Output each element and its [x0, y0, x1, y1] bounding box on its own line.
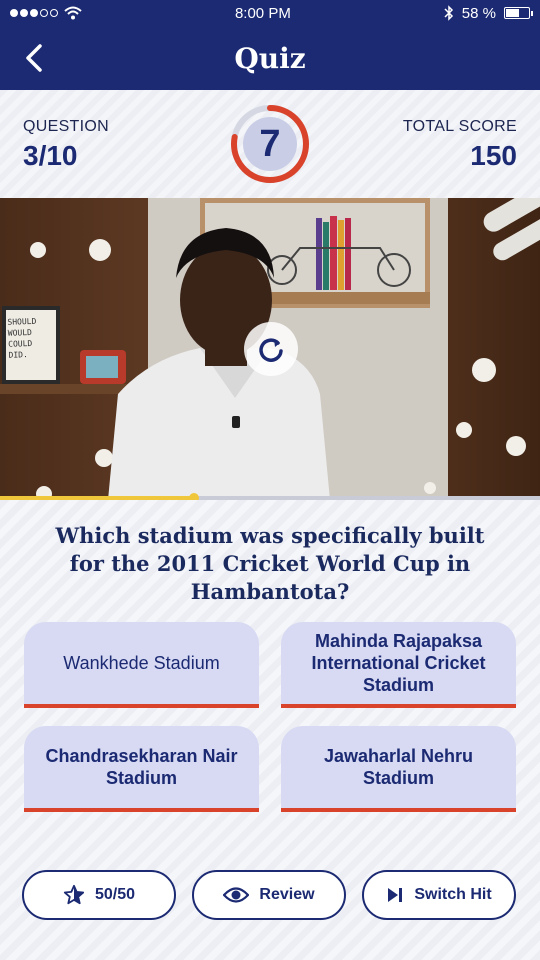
replay-button[interactable] [244, 322, 298, 376]
answer-option-1[interactable]: Wankhede Stadium [24, 622, 259, 708]
answer-option-4[interactable]: Jawaharlal Nehru Stadium [281, 726, 516, 812]
switch-hit-label: Switch Hit [414, 886, 492, 903]
question-counter: 3/10 [23, 140, 78, 171]
signal-dot [10, 9, 18, 17]
question-text: Which stadium was specifically built for… [55, 523, 485, 604]
answer-option-2[interactable]: Mahinda Rajapaksa International Cricket … [281, 622, 516, 708]
back-button[interactable] [16, 40, 52, 76]
skip-forward-icon [386, 887, 404, 903]
quiz-content: Which stadium was specifically built for… [0, 500, 540, 960]
question-label: QUESTION [23, 118, 109, 135]
score-panel: QUESTION 3/10 7 TOTAL SCORE 150 [0, 90, 540, 198]
app-header: Quiz [0, 26, 540, 90]
answer-option-3[interactable]: Chandrasekharan Nair Stadium [24, 726, 259, 812]
signal-dot [50, 9, 58, 17]
signal-dot [40, 9, 48, 17]
replay-icon [259, 338, 283, 362]
signal-area [10, 6, 82, 20]
review-button[interactable]: Review [192, 870, 346, 920]
status-right: 58 % [444, 4, 533, 22]
page-title: Quiz [234, 41, 306, 75]
wifi-icon [64, 6, 82, 20]
eye-icon [223, 886, 250, 904]
total-score-label: TOTAL SCORE [402, 118, 517, 135]
signal-dot [20, 9, 28, 17]
battery-percent: 58 % [461, 4, 496, 22]
fifty-fifty-label: 50/50 [94, 886, 136, 903]
chevron-left-icon [26, 44, 42, 72]
review-label: Review [259, 886, 315, 903]
fifty-fifty-button[interactable]: 50/50 [22, 870, 176, 920]
battery-icon [503, 7, 533, 19]
status-bar: 8:00 PM 58 % [0, 0, 540, 26]
status-time: 8:00 PM [234, 4, 291, 22]
signal-dot [30, 9, 38, 17]
video-player[interactable]: SHOULD WOULD COULD DID. [0, 198, 540, 500]
switch-hit-button[interactable]: Switch Hit [362, 870, 516, 920]
signal-strength-icon [10, 9, 58, 17]
timer-value: 7 [259, 122, 281, 165]
star-icon [63, 884, 85, 906]
countdown-timer: 7 [228, 102, 312, 186]
total-score-value: 150 [470, 140, 517, 171]
bluetooth-icon [444, 5, 453, 21]
battery-level [505, 9, 519, 17]
poster-text: SHOULD WOULD COULD DID. [7, 316, 37, 360]
